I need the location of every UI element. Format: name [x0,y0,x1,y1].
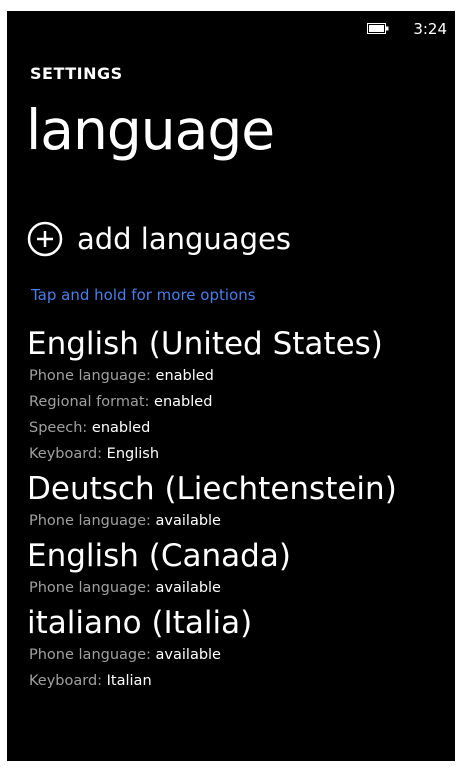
language-detail: Regional format: enabled [29,389,447,415]
language-name: English (Canada) [27,538,291,574]
language-item-english-us[interactable]: English (United States) Phone language: … [27,326,447,467]
language-item-deutsch-liechtenstein[interactable]: Deutsch (Liechtenstein) Phone language: … [27,471,447,534]
language-item-italiano-italia[interactable]: italiano (Italia) Phone language: availa… [27,605,447,694]
detail-key: Phone language: [29,513,151,529]
language-item-english-canada[interactable]: English (Canada) Phone language: availab… [27,538,447,601]
detail-value: available [155,580,221,596]
language-detail: Phone language: available [29,508,447,534]
status-time: 3:24 [413,20,447,38]
language-detail: Phone language: available [29,642,447,668]
phone-screen: 3:24 SETTINGS language add languages Tap… [7,11,455,761]
detail-key: Speech: [29,420,88,436]
language-list: English (United States) Phone language: … [27,326,447,698]
language-detail: Phone language: available [29,575,447,601]
language-name: italiano (Italia) [27,605,253,641]
battery-icon [367,23,389,34]
detail-value: Italian [106,673,152,689]
add-languages-label: add languages [77,222,291,256]
detail-key: Keyboard: [29,673,103,689]
detail-value: English [106,446,160,462]
language-detail: Keyboard: Italian [29,668,447,694]
section-label: SETTINGS [30,64,123,83]
hint-text: Tap and hold for more options [31,286,256,304]
language-name: English (United States) [27,326,383,362]
detail-key: Regional format: [29,394,150,410]
detail-value: enabled [155,368,214,384]
detail-key: Phone language: [29,647,151,663]
detail-key: Keyboard: [29,446,103,462]
add-languages-button[interactable]: add languages [27,221,291,257]
detail-value: available [155,513,221,529]
language-name: Deutsch (Liechtenstein) [27,471,397,507]
plus-circle-icon [27,221,63,257]
page-title: language [26,98,275,162]
status-bar: 3:24 [7,11,455,43]
language-detail: Phone language: enabled [29,363,447,389]
detail-key: Phone language: [29,368,151,384]
detail-value: enabled [91,420,151,436]
language-detail: Keyboard: English [29,441,447,467]
detail-value: available [155,647,221,663]
detail-value: enabled [154,394,213,410]
language-detail: Speech: enabled [29,415,447,441]
detail-key: Phone language: [29,580,151,596]
